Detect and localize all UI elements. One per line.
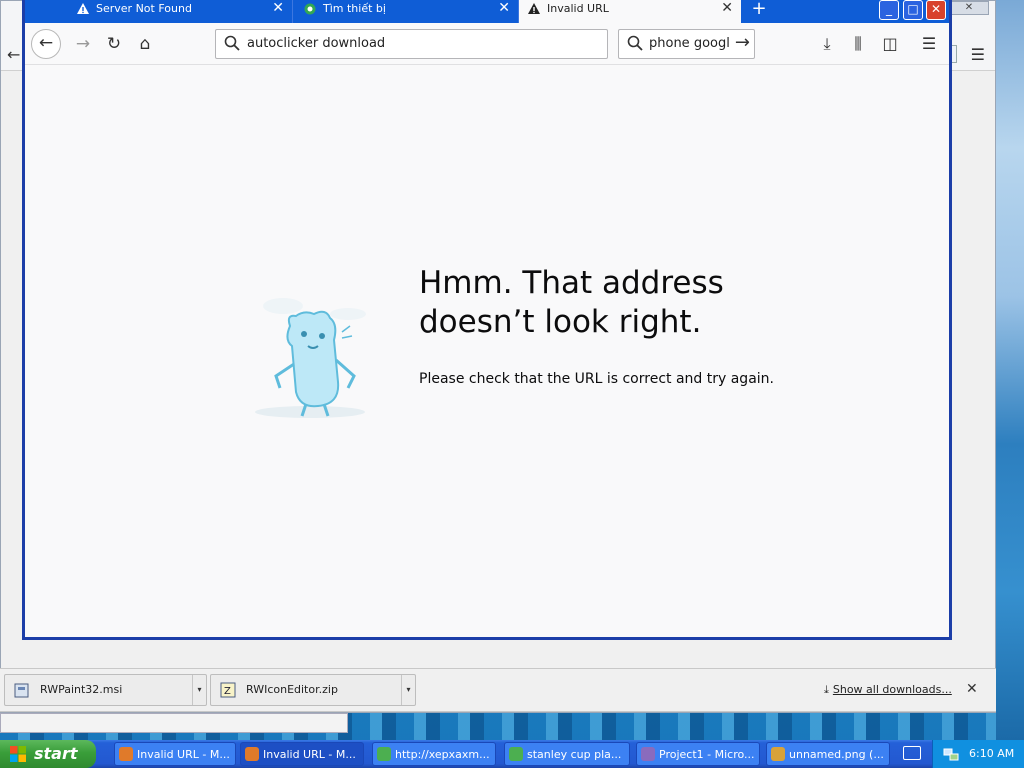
taskbar-item[interactable]: unnamed.png (... [766, 742, 890, 766]
navigation-toolbar: ← → ↻ ⌂ → ⤓ ⫼ ◫ ☰ [25, 23, 949, 65]
firefox-icon [119, 747, 133, 761]
confused-mascot-illustration [255, 298, 366, 418]
close-tab-icon[interactable]: ✕ [498, 0, 510, 17]
show-all-downloads-link[interactable]: ⤓ Show all downloads... [824, 683, 952, 697]
paint-icon [771, 747, 785, 761]
start-button[interactable]: start [0, 740, 96, 768]
page-content: Hmm. That address doesn’t look right. Pl… [25, 66, 949, 586]
taskbar-item-label: Invalid URL - M... [263, 748, 356, 761]
firefox-window: Server Not Found ✕ Tìm thiết bị ✕ Invali… [22, 0, 952, 640]
chevron-down-icon[interactable]: ▾ [192, 675, 206, 705]
download-icon: ⤓ [824, 683, 829, 696]
tab-label: Invalid URL [547, 2, 609, 15]
tab-strip: Server Not Found ✕ Tìm thiết bị ✕ Invali… [25, 0, 949, 26]
background-window-close-button[interactable]: ✕ [949, 1, 989, 15]
address-bar[interactable] [215, 29, 608, 59]
search-input[interactable] [649, 36, 729, 51]
new-tab-button[interactable]: + [747, 0, 771, 19]
taskbar-item-label: http://xepxaxm... [395, 748, 490, 761]
taskbar-item[interactable]: Project1 - Micro... [636, 742, 760, 766]
taskbar-item[interactable]: stanley cup pla... [504, 742, 630, 766]
show-all-label: Show all downloads... [832, 683, 952, 696]
taskbar-item-label: Project1 - Micro... [659, 748, 755, 761]
start-label: start [34, 744, 78, 763]
back-button[interactable]: ← [31, 29, 61, 59]
downloads-icon[interactable]: ⤓ [814, 31, 840, 57]
windows-flag-icon [10, 746, 26, 762]
close-tab-icon[interactable]: ✕ [721, 0, 733, 17]
menu-icon[interactable]: ☰ [971, 45, 985, 64]
visual-basic-icon [641, 747, 655, 761]
taskbar-item-label: unnamed.png (... [789, 748, 884, 761]
taskbar: start Invalid URL - M... Invalid URL - M… [0, 740, 1024, 768]
search-icon [224, 35, 240, 51]
taskbar-item-label: Invalid URL - M... [137, 748, 230, 761]
background-window-fragment [0, 713, 348, 733]
error-title: Hmm. That address doesn’t look right. [419, 265, 724, 340]
taskbar-item-label: stanley cup pla... [527, 748, 622, 761]
home-button[interactable]: ⌂ [131, 31, 159, 59]
library-icon[interactable]: ⫼ [845, 31, 871, 57]
search-go-icon[interactable]: → [735, 32, 750, 53]
installer-file-icon [14, 683, 29, 698]
tab-server-not-found[interactable]: Server Not Found ✕ [68, 0, 293, 23]
keyboard-icon[interactable] [903, 746, 921, 760]
error-description: Please check that the URL is correct and… [419, 371, 774, 387]
search-bar[interactable]: → [618, 29, 755, 59]
clock[interactable]: 6:10 AM [969, 747, 1014, 760]
download-shelf: RWPaint32.msi ▾ Z RWIconEditor.zip ▾ ⤓ Sh… [0, 668, 996, 712]
close-tab-icon[interactable]: ✕ [272, 0, 284, 17]
taskbar-item[interactable]: http://xepxaxm... [372, 742, 496, 766]
tab-label: Server Not Found [96, 2, 192, 15]
menu-icon[interactable]: ☰ [916, 31, 942, 57]
chevron-down-icon[interactable]: ▾ [401, 675, 415, 705]
firefox-icon [245, 747, 259, 761]
reload-button[interactable]: ↻ [100, 31, 128, 59]
search-icon [627, 35, 643, 51]
forward-button[interactable]: → [69, 31, 97, 59]
system-tray: 6:10 AM [932, 740, 1024, 768]
back-arrow-icon[interactable]: ← [7, 45, 20, 64]
download-item[interactable]: RWPaint32.msi ▾ [4, 674, 207, 706]
network-icon[interactable] [943, 746, 959, 762]
close-download-shelf-icon[interactable]: ✕ [966, 681, 978, 697]
tab-label: Tìm thiết bị [323, 2, 386, 15]
tab-tim-thiet-bi[interactable]: Tìm thiết bị ✕ [295, 0, 519, 23]
taskbar-item[interactable]: Invalid URL - M... [240, 742, 364, 766]
zip-file-icon: Z [220, 682, 236, 698]
svg-text:Z: Z [224, 686, 231, 697]
desktop-wallpaper-strip [996, 0, 1024, 740]
url-input[interactable] [247, 36, 597, 51]
download-filename: RWPaint32.msi [40, 683, 123, 696]
maximize-button[interactable]: □ [903, 0, 923, 20]
warning-icon [528, 3, 540, 14]
taskbar-item[interactable]: Invalid URL - M... [114, 742, 236, 766]
minimize-button[interactable]: _ [879, 0, 899, 20]
download-item[interactable]: Z RWIconEditor.zip ▾ [210, 674, 416, 706]
google-icon [304, 3, 316, 15]
sidebar-icon[interactable]: ◫ [877, 31, 903, 57]
chrome-icon [377, 747, 391, 761]
chrome-icon [509, 747, 523, 761]
download-filename: RWIconEditor.zip [246, 683, 338, 696]
warning-icon [77, 3, 89, 14]
close-window-button[interactable]: ✕ [926, 0, 946, 20]
